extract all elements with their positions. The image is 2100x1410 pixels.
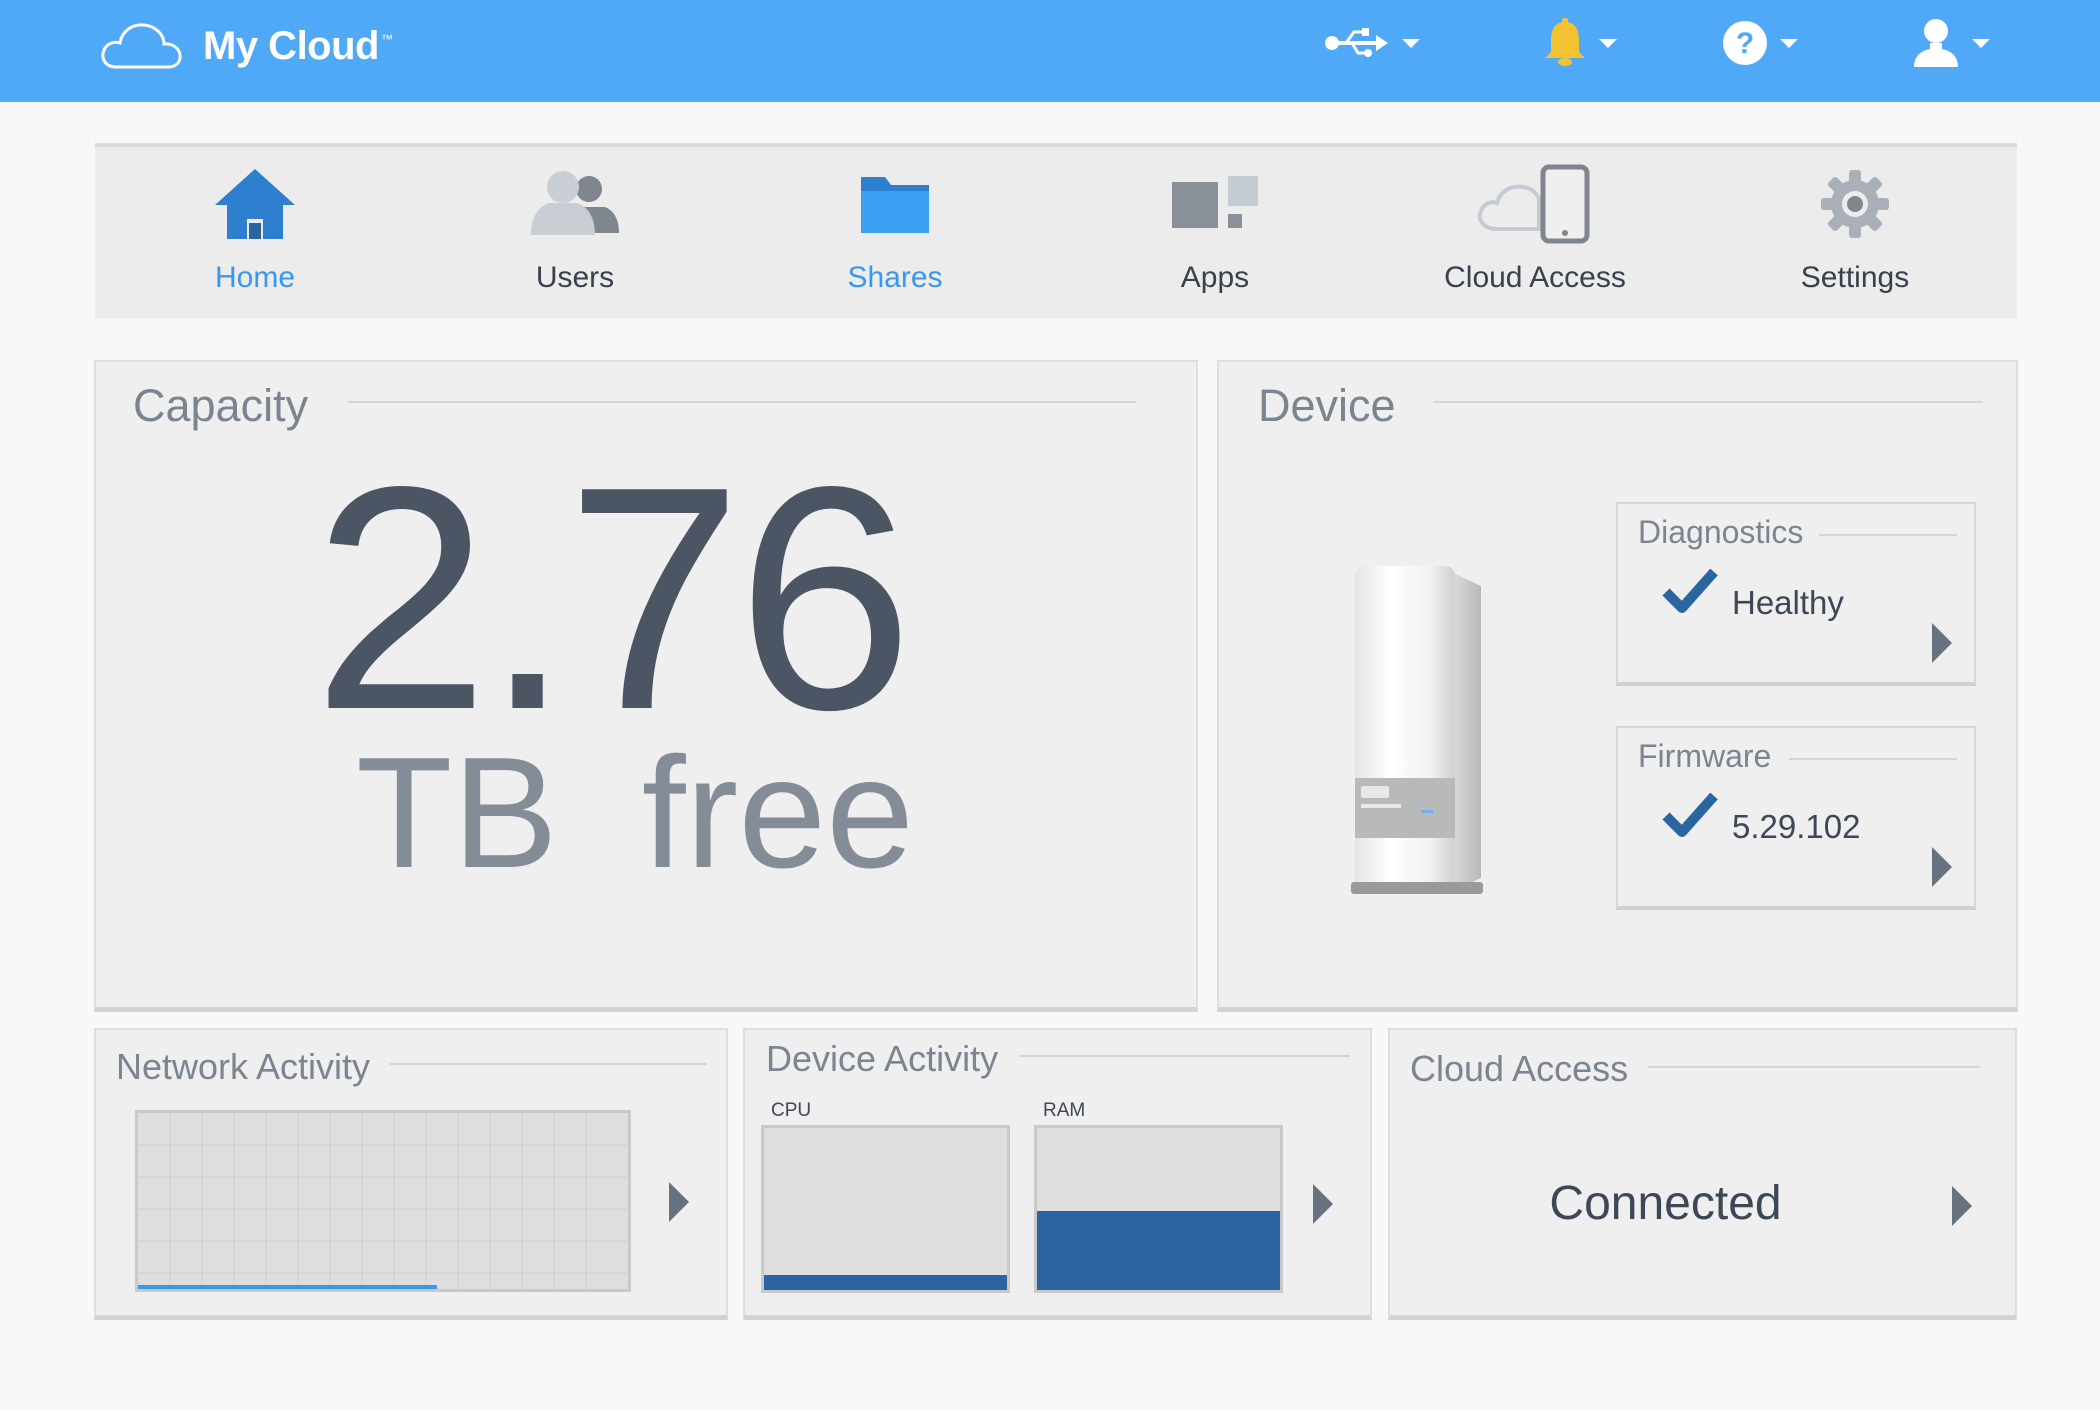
chevron-right-icon[interactable] [1952,1186,1972,1226]
title-divider [390,1063,706,1065]
chevron-down-icon [1780,38,1798,48]
cloud-access-status: Connected [1549,1177,1782,1230]
help-menu[interactable]: ? [1722,14,1798,72]
nav-item-users[interactable]: Users [415,147,735,318]
nav-label-settings: Settings [1800,261,1910,294]
cloud-device-icon [1477,164,1590,244]
notifications-menu[interactable] [1543,14,1617,72]
cpu-label: CPU [771,1100,812,1121]
apps-icon [1172,176,1258,228]
title-divider [1019,1055,1350,1057]
diagnostics-status: Healthy [1732,584,1844,621]
chevron-right-icon[interactable] [1932,623,1952,663]
chevron-down-icon [1599,38,1617,48]
firmware-version: 5.29.102 [1732,808,1861,845]
home-icon [215,169,295,239]
check-icon [1662,568,1718,613]
firmware-title: Firmware [1638,738,1772,774]
app-title[interactable]: My Cloud ™ [203,24,393,69]
cpu-meter-fill [764,1275,1007,1290]
usb-menu[interactable] [1324,14,1420,72]
nav-label-home: Home [214,261,296,294]
user-icon [1914,19,1958,67]
bell-icon [1545,18,1585,66]
ram-label: RAM [1043,1100,1086,1121]
trademark-symbol: ™ [380,32,393,46]
chevron-right-icon[interactable] [1313,1184,1333,1224]
graph-grid [138,1113,628,1289]
chevron-right-icon[interactable] [1932,847,1952,887]
title-divider [348,401,1136,403]
capacity-unit: TB free [355,725,915,901]
account-menu[interactable] [1912,14,1990,72]
nav-item-settings[interactable]: Settings [1695,147,2015,318]
device-activity-title: Device Activity [766,1038,999,1079]
title-divider [1789,758,1957,760]
folder-icon [861,177,929,233]
nav-label-users: Users [535,261,615,294]
chevron-down-icon [1402,38,1420,48]
diagnostics-title: Diagnostics [1638,514,1804,550]
nav-item-home[interactable]: Home [95,147,415,318]
nav-label-apps: Apps [1180,261,1250,294]
device-card [1217,360,2018,1012]
title-divider [1819,534,1957,536]
chevron-down-icon [1972,38,1990,48]
title-divider [1433,401,1983,403]
nav-label-cloud-access: Cloud Access [1444,261,1626,294]
capacity-title: Capacity [133,380,309,431]
chevron-right-icon[interactable] [669,1182,689,1222]
nav-label-shares: Shares [847,261,943,294]
nav-item-apps[interactable]: Apps [1055,147,1375,318]
network-activity-title: Network Activity [116,1046,371,1087]
check-icon [1662,792,1718,837]
help-icon: ? [1723,21,1767,65]
cpu-meter [761,1125,1010,1293]
usb-icon [1325,28,1388,57]
nav-item-cloud-access[interactable]: Cloud Access [1375,147,1695,318]
network-activity-line [138,1285,437,1289]
capacity-value: 2.76 [312,421,914,776]
device-title: Device [1258,380,1396,431]
cloud-access-title: Cloud Access [1410,1048,1629,1089]
network-activity-graph [135,1110,631,1292]
title-divider [1648,1066,1980,1068]
users-icon [531,171,619,235]
gear-icon [1821,170,1889,238]
svg-text:?: ? [1736,27,1754,60]
ram-meter [1034,1125,1283,1293]
nas-device-image [1351,566,1483,894]
ram-meter-fill [1037,1210,1280,1290]
cloud-logo-icon [101,23,182,69]
nav-item-shares[interactable]: Shares [735,147,1055,318]
main-nav: Home Users Shares Apps Cloud Access Sett… [95,143,2017,318]
